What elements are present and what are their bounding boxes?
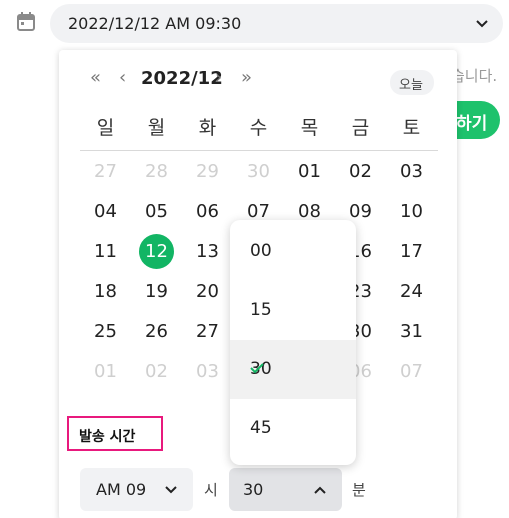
day-cell[interactable]: 18 [80,272,131,312]
weekday-wed: 수 [249,117,268,139]
day-cell: 29 [196,161,219,182]
calendar-icon [15,11,37,33]
day-cell: 28 [145,161,168,182]
next-year-button[interactable]: » [241,67,252,88]
day-cell-selected[interactable]: 12 [131,232,182,272]
hour-select[interactable]: AM 09 [80,468,193,511]
day-cell[interactable]: 04 [80,192,131,232]
day-cell: 07 [400,361,423,382]
prev-month-button[interactable]: ‹ [119,67,126,88]
datetime-value: 2022/12/12 AM 09:30 [68,14,242,33]
day-cell[interactable]: 27 [182,312,233,352]
weekday-mon: 월 [147,117,166,139]
day-cell[interactable]: 10 [386,192,437,232]
background-text: 습니다. [451,67,498,85]
day-cell: 03 [196,361,219,382]
day-cell[interactable]: 31 [386,312,437,352]
chevron-down-icon [475,16,489,30]
day-cell: 02 [145,361,168,382]
weekday-thu: 목 [300,117,319,139]
minute-value: 30 [243,480,264,499]
send-time-label: 발송 시간 [79,429,136,445]
month-title: 2022/12 [141,68,223,89]
day-cell[interactable]: 06 [182,192,233,232]
next-month-button[interactable]: › [215,67,222,88]
send-time-label-box: 발송 시간 [67,416,163,451]
weekday-fri: 금 [351,117,370,139]
day-cell: 30 [247,161,270,182]
hour-unit: 시 [204,481,218,499]
minute-option-label: 15 [250,300,272,320]
minute-option-45[interactable]: 45 [230,399,356,458]
day-cell[interactable]: 11 [80,232,131,272]
day-cell[interactable]: 03 [386,152,437,192]
minute-option-30[interactable]: 30 [230,340,356,399]
weekday-sat: 토 [402,117,421,139]
minute-option-label: 45 [250,418,272,438]
weekday-sun: 일 [96,117,115,139]
today-button[interactable]: 오늘 [390,70,434,95]
day-cell[interactable]: 13 [182,232,233,272]
check-icon [250,359,264,374]
day-cell[interactable]: 19 [131,272,182,312]
chevron-down-icon [164,482,178,496]
day-cell[interactable]: 02 [335,152,386,192]
weekday-tue: 화 [198,117,217,139]
day-cell: 27 [94,161,117,182]
prev-year-button[interactable]: « [90,67,101,88]
day-cell[interactable]: 05 [131,192,182,232]
background-button-label: 하기 [456,114,488,134]
minute-select[interactable]: 30 [229,468,342,511]
minute-option-label: 00 [250,241,272,261]
day-cell[interactable]: 17 [386,232,437,272]
today-label: 오늘 [399,78,423,93]
chevron-up-icon [313,482,327,496]
hour-value: AM 09 [96,480,147,499]
day-cell[interactable]: 24 [386,272,437,312]
minute-dropdown-menu: 00 15 30 45 [230,220,356,465]
day-cell[interactable]: 25 [80,312,131,352]
weekday-header: 일 월 화 수 목 금 토 [80,113,437,139]
day-cell[interactable]: 01 [284,152,335,192]
minute-unit: 분 [352,481,366,499]
minute-option-00[interactable]: 00 [230,222,356,281]
datetime-input[interactable]: 2022/12/12 AM 09:30 [50,4,503,43]
day-cell[interactable]: 20 [182,272,233,312]
day-cell[interactable]: 26 [131,312,182,352]
day-cell: 01 [94,361,117,382]
minute-option-15[interactable]: 15 [230,281,356,340]
